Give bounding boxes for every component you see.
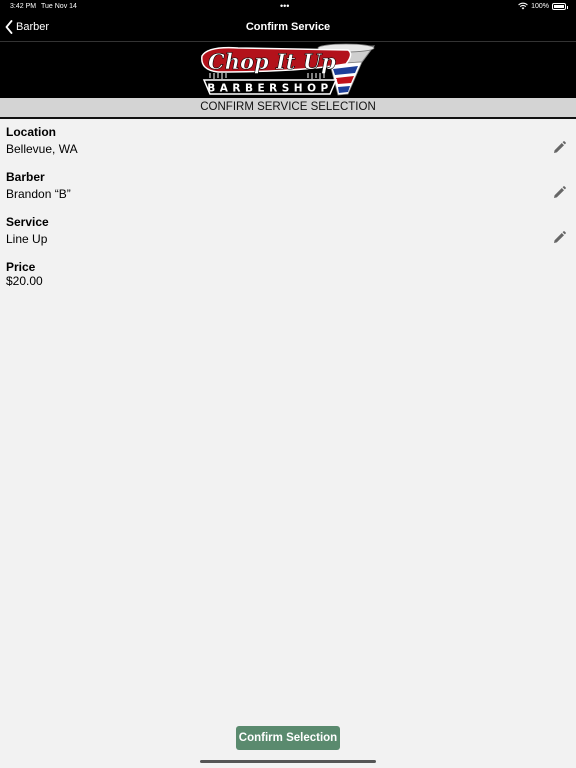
chop-it-up-logo: Chop It Up BARBERSHOP — [201, 43, 376, 96]
detail-label: Barber — [6, 170, 45, 184]
nav-title: Confirm Service — [245, 21, 331, 33]
wifi-icon — [518, 2, 528, 10]
detail-location: Location Bellevue, WA — [6, 125, 570, 156]
pencil-icon[interactable] — [553, 186, 566, 199]
detail-barber: Barber Brandon “B” — [6, 170, 570, 201]
home-indicator[interactable] — [200, 760, 376, 763]
logo-text-sub: BARBERSHOP — [207, 83, 332, 95]
detail-value: $20.00 — [6, 274, 43, 288]
navigation-bar: Barber Confirm Service — [0, 14, 576, 42]
logo-banner: Chop It Up BARBERSHOP — [0, 42, 576, 98]
status-date: Tue Nov 14 — [41, 3, 77, 10]
detail-value: Brandon “B” — [6, 187, 71, 201]
logo-text-main: Chop It Up — [208, 49, 336, 74]
status-indicators: 100% — [518, 2, 568, 10]
status-bar: 3:42 PM Tue Nov 14 ••• 100% — [0, 0, 576, 14]
detail-label: Price — [6, 260, 36, 274]
battery-percent: 100% — [531, 2, 549, 10]
detail-label: Service — [6, 215, 49, 229]
battery-icon — [552, 2, 568, 10]
detail-value: Line Up — [6, 232, 48, 246]
detail-label: Location — [6, 125, 56, 139]
pencil-icon[interactable] — [553, 231, 566, 244]
detail-value: Bellevue, WA — [6, 142, 78, 156]
multitasking-dots-icon[interactable]: ••• — [280, 1, 289, 11]
detail-service: Service Line Up — [6, 215, 570, 246]
confirm-selection-button[interactable]: Confirm Selection — [236, 726, 340, 750]
section-header: CONFIRM SERVICE SELECTION — [0, 98, 576, 119]
status-time: 3:42 PM — [10, 3, 37, 10]
detail-price: Price $20.00 — [6, 260, 570, 288]
pencil-icon[interactable] — [553, 141, 566, 154]
